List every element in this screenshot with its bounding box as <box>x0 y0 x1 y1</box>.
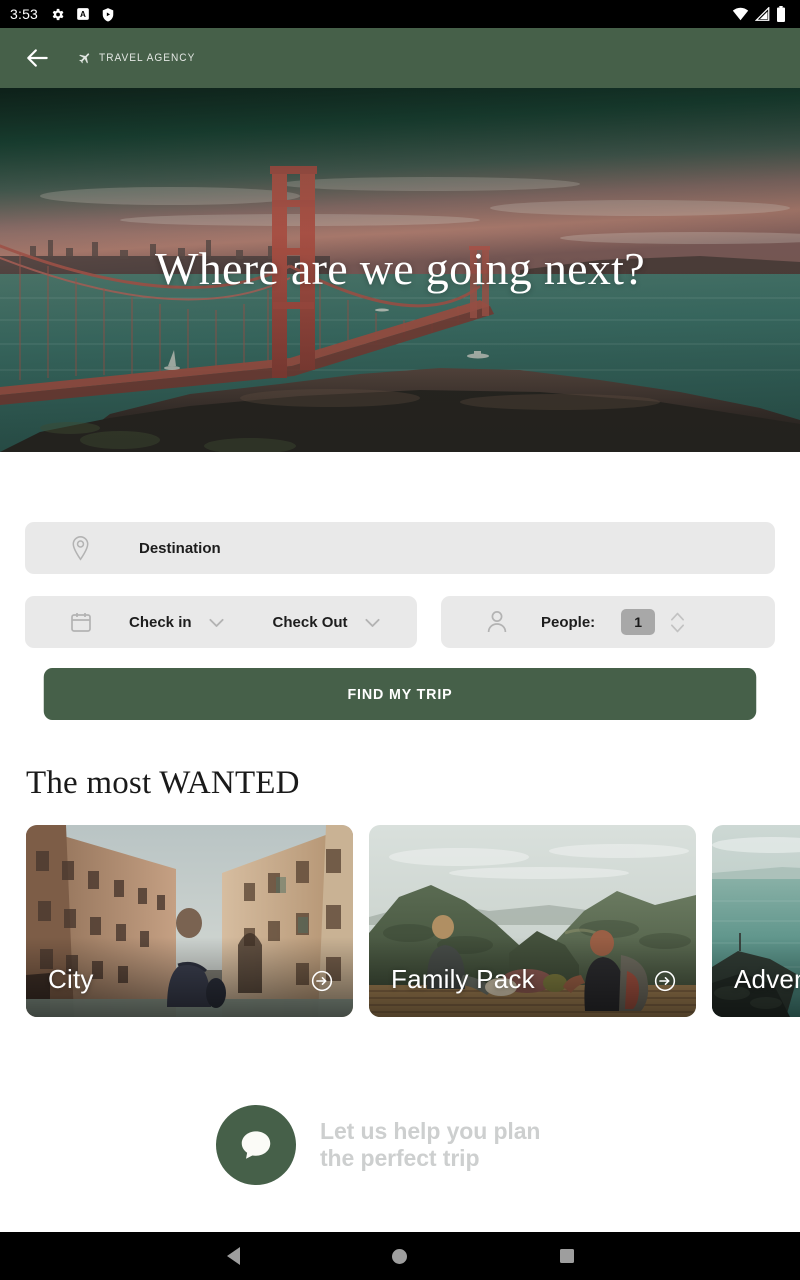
person-icon <box>485 609 509 635</box>
dates-field[interactable]: Check in Check Out <box>25 596 417 648</box>
nav-recents-button[interactable] <box>539 1232 595 1280</box>
svg-text:A: A <box>80 10 86 19</box>
card-adventure[interactable]: Adventure <box>712 825 800 1017</box>
status-bar: 3:53 A <box>0 0 800 28</box>
cellular-signal-icon <box>755 7 770 21</box>
card-family-pack[interactable]: Family Pack <box>369 825 696 1017</box>
chat-button[interactable] <box>216 1105 296 1185</box>
stepper-up-down-icon <box>671 612 685 632</box>
brand-logo[interactable]: TRAVEL AGENCY <box>78 51 204 65</box>
destination-input[interactable]: Destination <box>25 522 775 574</box>
hero-banner: Where are we going next? <box>0 88 800 452</box>
nav-home-icon <box>392 1248 408 1264</box>
people-label: People: <box>541 613 596 631</box>
card-label: City <box>48 964 94 994</box>
section-heading: The most WANTED <box>26 765 300 801</box>
people-stepper[interactable] <box>669 610 686 635</box>
location-pin-icon <box>69 535 92 562</box>
back-button[interactable] <box>14 34 62 82</box>
status-right-icons <box>732 6 790 22</box>
card-city[interactable]: City <box>26 825 353 1017</box>
nav-back-button[interactable] <box>205 1232 261 1280</box>
people-count-value[interactable]: 1 <box>621 609 656 635</box>
shield-play-icon <box>102 7 114 21</box>
chat-help-line2: the perfect trip <box>320 1145 480 1171</box>
arrow-right-circle-icon[interactable] <box>654 970 676 992</box>
app-bar: TRAVEL AGENCY <box>0 28 800 88</box>
nav-back-icon <box>226 1247 240 1265</box>
calendar-icon <box>69 610 93 634</box>
check-in-label: Check in <box>129 613 192 631</box>
wifi-icon <box>732 7 749 21</box>
date-people-row: Check in Check Out People: 1 <box>25 596 775 648</box>
a-badge-icon: A <box>77 8 89 20</box>
check-out-selector[interactable]: Check Out <box>273 612 383 633</box>
check-out-label: Check Out <box>272 613 348 631</box>
status-left-icons: A <box>50 7 115 22</box>
back-arrow-icon <box>27 49 48 67</box>
destination-value: Destination <box>139 539 221 557</box>
chevron-down-icon <box>208 618 224 627</box>
find-my-trip-button[interactable]: FIND MY TRIP <box>43 668 757 720</box>
gear-icon <box>52 8 64 20</box>
nav-recents-icon <box>559 1249 574 1263</box>
search-form: Destination Check in Check Out People: 1… <box>25 522 775 720</box>
chat-help-cta[interactable]: Let us help you plan the perfect trip <box>216 1105 540 1185</box>
chat-help-line1: Let us help you plan <box>320 1118 541 1145</box>
wanted-cards-carousel[interactable]: City Family Pack Adve <box>26 825 800 1017</box>
nav-home-button[interactable] <box>372 1232 428 1280</box>
chat-bubble-icon <box>241 1131 271 1159</box>
airplane-icon <box>79 53 90 64</box>
chevron-down-icon <box>364 618 380 627</box>
card-label: Adventure <box>734 964 800 994</box>
check-in-selector[interactable]: Check in <box>129 612 227 633</box>
arrow-right-circle-icon[interactable] <box>311 970 333 992</box>
battery-icon <box>777 6 785 22</box>
app-screen: 3:53 A TRAVEL AGENCY Where are we going … <box>0 0 800 1280</box>
hero-title: Where are we going next? <box>155 242 645 294</box>
chat-help-text: Let us help you plan the perfect trip <box>320 1118 540 1172</box>
brand-text: TRAVEL AGENCY <box>99 52 196 64</box>
people-field[interactable]: People: 1 <box>441 596 775 648</box>
android-nav-bar <box>0 1232 800 1280</box>
status-time: 3:53 <box>10 6 39 22</box>
card-label: Family Pack <box>391 964 535 994</box>
